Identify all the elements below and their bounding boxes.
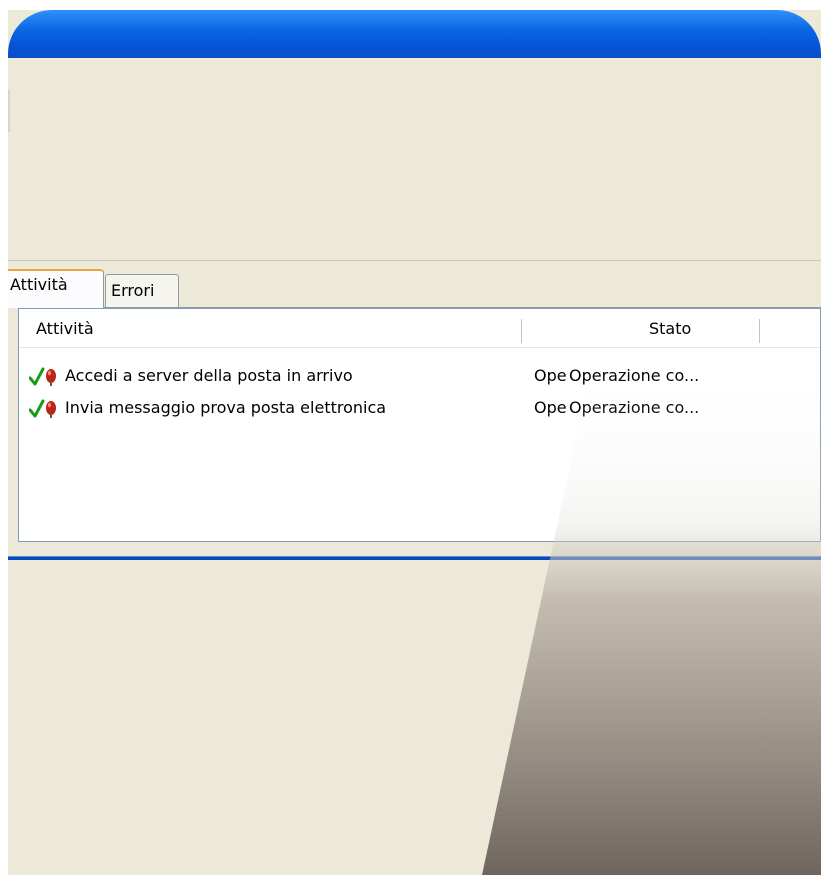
tab-attivita[interactable]: Attività [8,269,104,308]
status-text-clipped: Ope [534,366,567,385]
list-header: Attività Stato [19,309,820,348]
title-bar[interactable] [8,10,821,58]
screen: Errori Attività Attività Stato Accedi a … [0,0,821,875]
status-text: Operazione co... [569,398,700,417]
column-header-status[interactable]: Stato [649,319,691,339]
tab-attivita-label: Attività [10,275,68,294]
column-divider[interactable] [759,319,760,343]
divider [8,260,821,261]
column-divider[interactable] [521,319,522,343]
list-item[interactable]: Invia messaggio prova posta elettronica … [19,393,820,425]
activity-list[interactable]: Attività Stato Accedi a server della pos… [18,308,821,542]
list-item[interactable]: Accedi a server della posta in arrivo Op… [19,361,820,393]
edge-mark [8,90,10,132]
bottom-separator [8,556,821,560]
check-and-warning-icon [28,399,63,419]
test-account-settings-window: Errori Attività Attività Stato Accedi a … [8,10,821,875]
status-text-clipped: Ope [534,398,567,417]
activity-text: Invia messaggio prova posta elettronica [65,398,387,417]
check-and-warning-icon [28,367,63,387]
activity-text: Accedi a server della posta in arrivo [65,366,353,385]
column-header-activity[interactable]: Attività [36,319,94,339]
tab-errori[interactable]: Errori [105,274,179,308]
status-text: Operazione co... [569,366,700,385]
tab-errori-label: Errori [111,281,155,300]
